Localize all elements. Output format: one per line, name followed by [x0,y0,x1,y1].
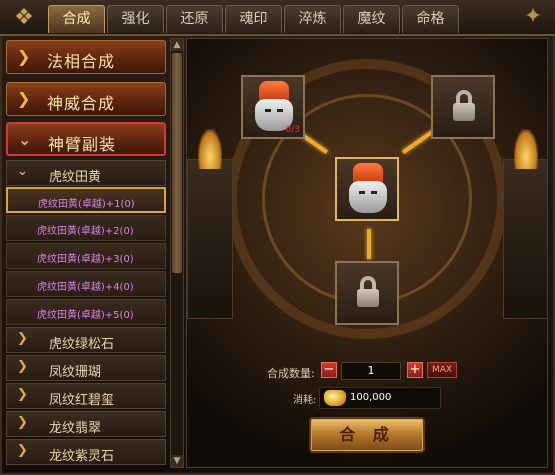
subcategory-open[interactable]: ⌄ 虎纹田黄 [6,160,166,186]
chevron-right-icon: ❯ [17,331,28,346]
compose-panel: 0/3 合成数量: − 1 + MAX 消耗: 100,000 合 成 [186,38,548,468]
lock-icon [453,103,475,121]
gold-ingot-icon [324,390,346,406]
combine-button[interactable]: 合 成 [309,417,425,453]
locked-slot[interactable] [335,261,399,325]
tab-enhance[interactable]: 强化 [107,5,164,33]
list-item[interactable]: 虎纹田黄(卓越)+2(0) [6,215,166,241]
list-item[interactable]: 虎纹田黄(卓越)+3(0) [6,243,166,269]
category-faxiang[interactable]: ❯ 法相合成 [6,40,166,74]
emblem-icon: ❖ [14,5,34,30]
tiger-gauntlet-icon [343,163,393,217]
right-pillar [503,159,547,319]
chevron-right-icon: ❯ [17,443,28,458]
connector-line [367,229,371,259]
material-slot[interactable]: 0/3 [241,75,305,139]
subcategory-item[interactable]: ❯ 虎纹绿松石 [6,327,166,353]
left-pillar [187,159,233,319]
quantity-input[interactable]: 1 [341,362,401,380]
tab-bar: ❖ 合成 强化 还原 魂印 淬炼 魔纹 命格 ✦ [0,0,555,36]
category-shenwei[interactable]: ❯ 神威合成 [6,82,166,116]
chevron-right-icon: ❯ [17,47,31,66]
chevron-right-icon: ❯ [17,359,28,374]
torch-flame-icon [198,129,222,169]
list-item[interactable]: 虎纹田黄(卓越)+5(0) [6,299,166,325]
item-label: 虎纹田黄(卓越)+2(0) [37,226,134,237]
corner-ornament-icon: ✦ [523,4,543,29]
chevron-right-icon: ❯ [17,415,28,430]
item-label: 虎纹田黄(卓越)+5(0) [37,310,134,321]
tab-restore[interactable]: 还原 [166,5,223,33]
tab-temper[interactable]: 淬炼 [284,5,341,33]
item-label: 虎纹田黄(卓越)+1(0) [38,199,135,210]
scroll-thumb[interactable] [172,53,182,273]
subcategory-label: 虎纹绿松石 [49,337,115,352]
scroll-down-icon[interactable]: ▼ [171,455,183,467]
subcategory-item[interactable]: ❯ 凤纹红碧玺 [6,383,166,409]
list-item[interactable]: 虎纹田黄(卓越)+4(0) [6,271,166,297]
category-label: 神威合成 [47,94,116,113]
chevron-right-icon: ❯ [17,89,31,108]
tab-compose[interactable]: 合成 [48,5,105,33]
cost-label: 消耗: [293,395,317,406]
tab-fate[interactable]: 命格 [402,5,459,33]
category-list: ❯ 法相合成 ❯ 神威合成 ⌄ 神臂副装 ⌄ 虎纹田黄 虎纹田黄(卓越)+1(0… [6,38,168,468]
list-item[interactable]: 虎纹田黄(卓越)+1(0) [6,187,166,213]
cost-box: 100,000 [319,387,441,409]
chevron-right-icon: ❯ [17,387,28,402]
torch-flame-icon [514,129,538,169]
subcategory-label: 凤纹红碧玺 [49,393,115,408]
tab-magic-pattern[interactable]: 魔纹 [343,5,400,33]
chevron-down-icon: ⌄ [17,164,28,179]
cost-value: 100,000 [350,392,392,403]
quantity-label: 合成数量: [267,367,315,380]
item-label: 虎纹田黄(卓越)+3(0) [37,254,134,265]
category-label: 神臂副装 [48,135,117,154]
category-label: 法相合成 [47,52,116,71]
chevron-down-icon: ⌄ [18,130,32,149]
lock-icon [357,289,379,307]
material-count: 0/3 [285,125,300,135]
subcategory-label: 龙纹紫灵石 [49,449,115,464]
subcategory-item[interactable]: ❯ 龙纹翡翠 [6,411,166,437]
subcategory-label: 龙纹翡翠 [49,421,102,436]
subcategory-item[interactable]: ❯ 龙纹紫灵石 [6,439,166,465]
item-label: 虎纹田黄(卓越)+4(0) [37,282,134,293]
tab-soulmark[interactable]: 魂印 [225,5,282,33]
quantity-max-button[interactable]: MAX [427,362,457,378]
locked-slot[interactable] [431,75,495,139]
category-shenbi[interactable]: ⌄ 神臂副装 [6,122,166,156]
subcategory-item[interactable]: ❯ 凤纹珊瑚 [6,355,166,381]
scroll-up-icon[interactable]: ▲ [171,39,183,51]
subcategory-label: 凤纹珊瑚 [49,365,102,380]
subcategory-label: 虎纹田黄 [49,170,102,185]
result-slot[interactable] [335,157,399,221]
quantity-minus-button[interactable]: − [321,362,337,378]
quantity-plus-button[interactable]: + [407,362,423,378]
list-scrollbar[interactable]: ▲ ▼ [170,38,184,468]
